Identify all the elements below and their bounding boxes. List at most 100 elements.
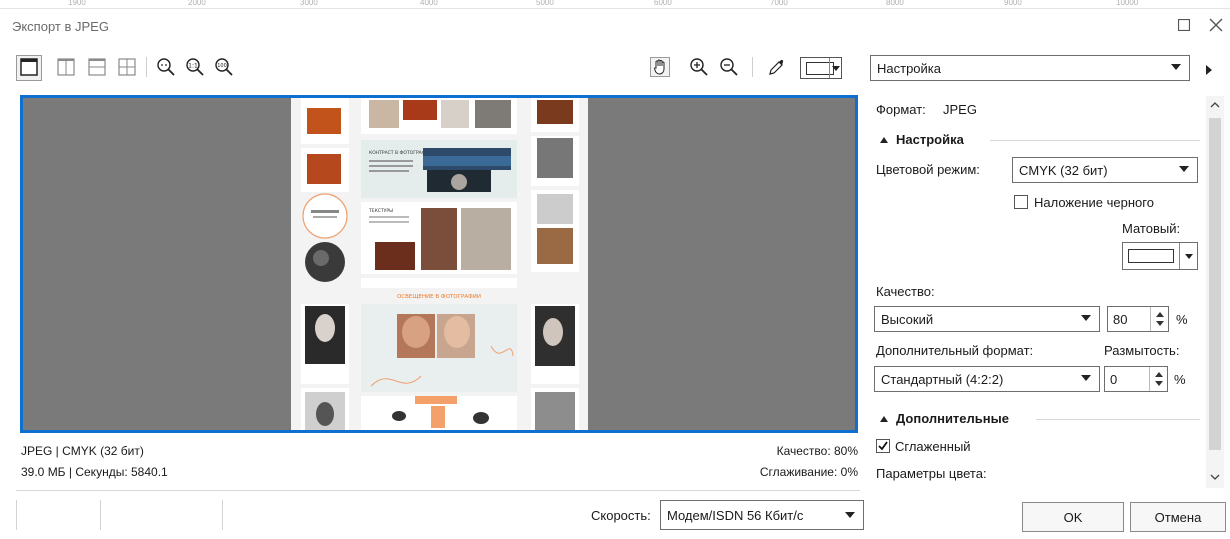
- stepper-arrows[interactable]: [1150, 307, 1168, 331]
- zoom-out-icon: [720, 58, 738, 76]
- speed-label: Скорость:: [591, 508, 651, 523]
- page-heading-textures: ТЕКСТУРЫ: [368, 208, 393, 214]
- advanced-section-header[interactable]: Дополнительные: [880, 411, 1009, 426]
- chevron-down-icon[interactable]: [1155, 381, 1163, 386]
- matte-color-swatch: [1128, 249, 1174, 263]
- eyedropper-icon: [769, 59, 784, 75]
- zoom-1to1-button[interactable]: 1:1: [184, 56, 206, 78]
- divider: [16, 490, 860, 491]
- quality-label: Качество:: [876, 284, 935, 299]
- blur-stepper-value: 0: [1110, 372, 1118, 387]
- quality-dropdown[interactable]: Высокий: [874, 306, 1100, 332]
- zoom-100-icon: 100: [215, 58, 233, 76]
- preview-page: КОНТРАСТ В ФОТОГРАФИИ ТЕКСТУРЫ ОСВЕЩЕНИЕ…: [291, 98, 588, 430]
- extra-format-dropdown[interactable]: Стандартный (4:2:2): [874, 366, 1100, 392]
- status-cell-divider: [222, 500, 223, 530]
- zoom-in-button[interactable]: [688, 56, 710, 78]
- zoom-in-icon: [690, 58, 708, 76]
- quad-view-icon: [118, 58, 136, 76]
- overprint-black-checkbox[interactable]: [1014, 195, 1028, 209]
- scrollbar-thumb[interactable]: [1209, 118, 1221, 450]
- advanced-section-title: Дополнительные: [896, 411, 1009, 426]
- preview-status-smoothing: Сглаживание: 0%: [759, 465, 858, 479]
- settings-scrollbar[interactable]: [1206, 96, 1224, 488]
- color-params-label: Параметры цвета:: [876, 466, 987, 481]
- extra-format-value: Стандартный (4:2:2): [881, 371, 1004, 387]
- extra-format-label: Дополнительный формат:: [876, 343, 1034, 358]
- page-heading-contrast: КОНТРАСТ В ФОТОГРАФИИ: [369, 150, 432, 156]
- cancel-button[interactable]: Отмена: [1130, 502, 1226, 532]
- page-heading-lighting: ОСВЕЩЕНИЕ В ФОТОГРАФИИ: [397, 294, 481, 300]
- chevron-up-icon[interactable]: [1155, 372, 1163, 377]
- ruler-tick: 7000: [770, 0, 788, 7]
- ok-button[interactable]: OK: [1022, 502, 1124, 532]
- speed-dropdown[interactable]: Модем/ISDN 56 Кбит/с: [660, 500, 864, 530]
- quality-stepper[interactable]: 80: [1107, 306, 1169, 332]
- svg-text:100: 100: [217, 63, 227, 69]
- window-title: Экспорт в JPEG: [12, 19, 109, 34]
- preview-status-format: JPEG | CMYK (32 бит): [21, 444, 144, 458]
- chevron-down-icon: [1171, 64, 1181, 70]
- settings-section-header[interactable]: Настройка: [880, 132, 964, 147]
- hand-icon: [650, 57, 670, 77]
- view-split-vertical-button[interactable]: [55, 56, 77, 78]
- chevron-right-icon: [1206, 65, 1212, 75]
- antialiased-checkbox[interactable]: [876, 439, 890, 453]
- stepper-arrows[interactable]: [1149, 367, 1167, 391]
- ruler-tick: 10000: [1116, 0, 1139, 7]
- preview-pane[interactable]: КОНТРАСТ В ФОТОГРАФИИ ТЕКСТУРЫ ОСВЕЩЕНИЕ…: [20, 95, 858, 433]
- quality-percent: %: [1176, 312, 1188, 327]
- collapse-triangle-icon: [880, 415, 888, 422]
- maximize-button[interactable]: [1172, 14, 1196, 36]
- quality-stepper-value: 80: [1113, 312, 1128, 327]
- split-vertical-icon: [57, 58, 75, 76]
- preview-status-quality: Качество: 80%: [776, 444, 858, 458]
- zoom-fit-button[interactable]: [155, 56, 177, 78]
- toolbar-separator: [146, 57, 147, 77]
- background-color-picker[interactable]: [800, 57, 842, 79]
- chevron-down-icon: [1179, 166, 1189, 172]
- single-view-icon: [20, 58, 38, 76]
- view-split-horizontal-button[interactable]: [86, 56, 108, 78]
- chevron-down-icon: [1081, 315, 1091, 321]
- chevron-down-icon: [1081, 375, 1091, 381]
- status-cell-divider: [16, 500, 17, 530]
- status-cell-divider: [100, 500, 101, 530]
- close-icon: [1209, 18, 1223, 32]
- chevron-down-icon: [829, 58, 841, 78]
- ruler-tick: 6000: [654, 0, 672, 7]
- ruler-tick: 9000: [1004, 0, 1022, 7]
- eyedropper-button[interactable]: [766, 56, 788, 78]
- chevron-up-icon[interactable]: [1156, 312, 1164, 317]
- chevron-down-icon[interactable]: [1156, 321, 1164, 326]
- split-horizontal-icon: [88, 58, 106, 76]
- chevron-down-icon[interactable]: [1210, 472, 1220, 483]
- ruler-strip: 1900 2000 3000 4000 5000 6000 7000 8000 …: [0, 0, 1230, 9]
- ruler-tick: 3000: [300, 0, 318, 7]
- zoom-out-button[interactable]: [718, 56, 740, 78]
- chevron-down-icon: [1179, 243, 1197, 269]
- pan-tool-button[interactable]: [648, 56, 672, 78]
- zoom-fit-icon: [157, 58, 175, 76]
- collapse-triangle-icon: [880, 136, 888, 143]
- chevron-up-icon[interactable]: [1210, 100, 1220, 111]
- blur-stepper[interactable]: 0: [1104, 366, 1168, 392]
- chevron-down-icon: [845, 512, 855, 518]
- speed-dropdown-value: Модем/ISDN 56 Кбит/с: [667, 507, 804, 523]
- color-mode-value: CMYK (32 бит): [1019, 162, 1108, 178]
- ruler-tick: 2000: [188, 0, 206, 7]
- close-button[interactable]: [1204, 14, 1228, 36]
- matte-color-picker[interactable]: [1122, 242, 1198, 270]
- preview-page-image: КОНТРАСТ В ФОТОГРАФИИ ТЕКСТУРЫ ОСВЕЩЕНИЕ…: [301, 98, 579, 430]
- preset-dropdown[interactable]: Настройка: [870, 55, 1190, 81]
- view-single-button[interactable]: [18, 56, 40, 78]
- ruler-tick: 4000: [420, 0, 438, 7]
- blur-percent: %: [1174, 372, 1186, 387]
- color-mode-dropdown[interactable]: CMYK (32 бит): [1012, 157, 1198, 183]
- zoom-100-button[interactable]: 100: [213, 56, 235, 78]
- ruler-tick: 1900: [68, 0, 86, 7]
- blur-label: Размытость:: [1104, 343, 1180, 358]
- view-quad-button[interactable]: [116, 56, 138, 78]
- panel-expand-button[interactable]: [1205, 63, 1213, 78]
- preview-status-size: 39.0 МБ | Секунды: 5840.1: [21, 465, 168, 479]
